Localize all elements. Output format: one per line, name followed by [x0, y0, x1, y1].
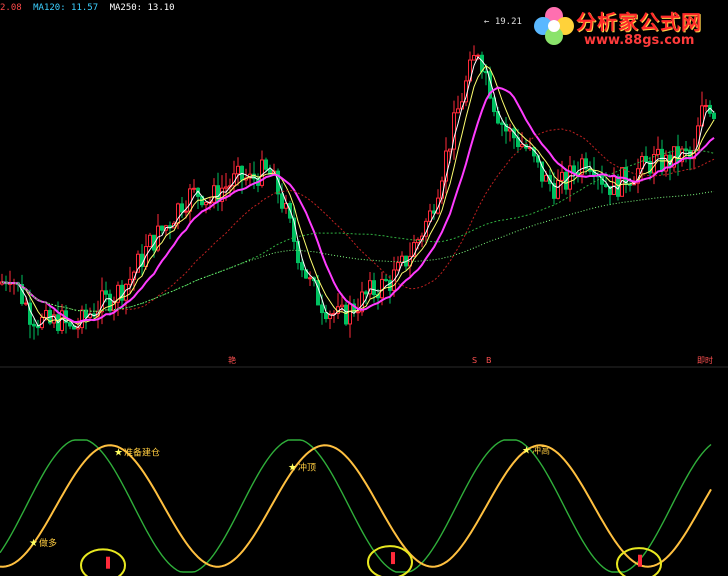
star-marker-icon: ★ [522, 445, 531, 456]
candle-body [300, 262, 304, 271]
candle-body [456, 108, 460, 114]
site-watermark: 分析家公式网 www.88gs.com [526, 2, 724, 52]
ma-header: 2.08 MA120: 11.57 MA250: 13.10 [0, 3, 181, 13]
candle-body [44, 309, 48, 318]
buy-signal-bar [106, 556, 110, 569]
candle-body [264, 159, 268, 170]
price-panel: ← 19.21 艳 S B 即时 [0, 17, 716, 365]
candle-body [396, 262, 400, 271]
candle-body [380, 278, 384, 299]
candle-body [148, 234, 152, 248]
buy-signal-bar [391, 552, 395, 565]
candle-body [676, 146, 680, 163]
candle-body [348, 303, 352, 325]
ma-header-ma250: MA250: 13.10 [109, 3, 175, 13]
candle-body [416, 239, 420, 244]
candle-body [544, 174, 548, 182]
candle-body [32, 323, 36, 327]
candle-body [320, 304, 324, 314]
candle-body [448, 148, 452, 152]
candle-body [476, 54, 480, 57]
candle-body [236, 165, 240, 175]
candle-body [660, 148, 664, 172]
candle-body [556, 179, 560, 199]
watermark-url: www.88gs.com [584, 33, 695, 48]
price-marker: 艳 [228, 355, 236, 365]
flower-logo-icon [534, 7, 574, 45]
osc-annotation: 冲顶 [298, 462, 316, 474]
candle-body [104, 290, 108, 295]
ma-yellow-line [1, 65, 715, 325]
ma-long-line [1, 191, 715, 312]
candle-body [68, 322, 72, 327]
ma-header-ma120: MA120: 11.57 [33, 3, 99, 13]
candle-body [188, 188, 192, 212]
ma-green-dotted-line [1, 149, 715, 312]
star-marker-icon: ★ [288, 463, 297, 474]
osc-annotation: 做多 [39, 537, 57, 549]
candle-body [712, 112, 716, 119]
osc-green-line [0, 439, 712, 573]
osc-annotation: 冲高 [532, 444, 550, 456]
candle-body [344, 304, 348, 325]
candle-body [184, 210, 188, 213]
candle-body [128, 278, 132, 285]
candle-body [500, 122, 504, 125]
candle-body [560, 171, 564, 181]
price-marker: S [472, 356, 477, 365]
price-marker: B [486, 356, 492, 365]
candle-body [472, 54, 476, 61]
ma-header-first: 2.08 [0, 3, 22, 13]
candle-body [372, 280, 376, 296]
candle-body [180, 203, 184, 213]
candle-body [364, 291, 368, 295]
candle-body [656, 148, 660, 156]
candle-body [192, 187, 196, 190]
osc-signal-line [0, 444, 712, 568]
osc-annotation: 准备建仓 [124, 447, 160, 459]
candle-body [224, 186, 228, 189]
candle-body [280, 193, 284, 209]
ma-white-line [1, 56, 715, 329]
candle-body [24, 302, 28, 305]
price-marker: 即时 [697, 355, 713, 365]
candle-body [160, 225, 164, 231]
star-marker-icon: ★ [114, 448, 123, 459]
ma-red-dotted-line [1, 128, 715, 312]
candle-body [340, 304, 344, 308]
candle-body [108, 293, 112, 312]
candle-body [704, 104, 708, 107]
candle-body [80, 309, 84, 329]
candle-body [204, 201, 208, 206]
candle-body [572, 165, 576, 174]
highlight-ring [80, 548, 126, 576]
peak-price-label: ← 19.21 [484, 17, 522, 27]
buy-signal-bar [638, 554, 642, 567]
stock-chart: ← 19.21艳 S B 即时 ★ 做多★ 准备建仓★ 冲顶★ 冲高 [0, 17, 728, 576]
star-marker-icon: ★ [29, 538, 38, 549]
candle-body [308, 277, 312, 280]
oscillator-panel: ★ 做多★ 准备建仓★ 冲顶★ 冲高 [0, 439, 712, 576]
candle-body [212, 185, 216, 203]
candle-body [324, 312, 328, 320]
watermark-title: 分析家公式网 [576, 10, 702, 34]
candle-body [384, 278, 388, 282]
candle-body [356, 311, 360, 314]
